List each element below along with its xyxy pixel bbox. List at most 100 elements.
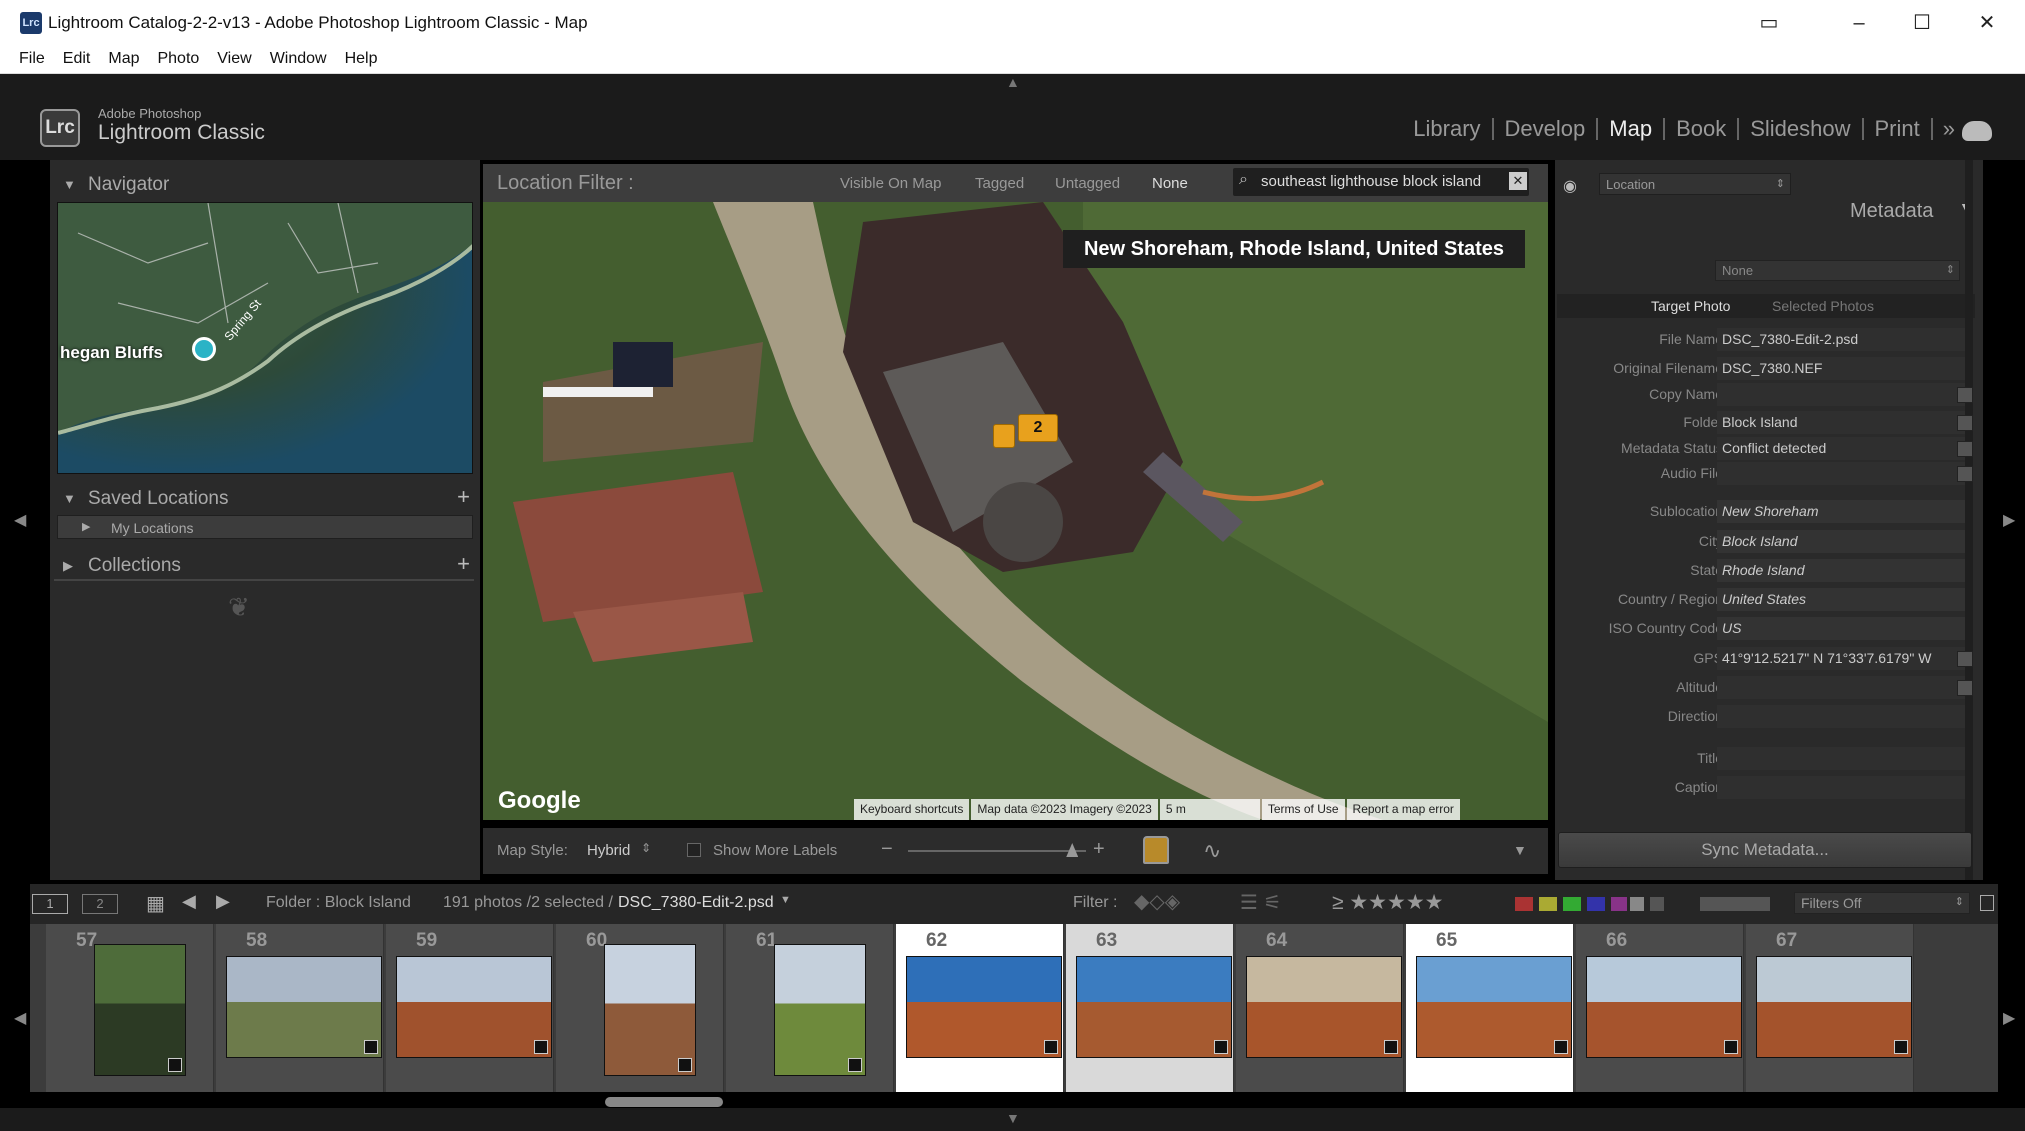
metadata-field-value[interactable] bbox=[1717, 747, 1965, 770]
module-map[interactable]: Map bbox=[1598, 118, 1666, 140]
metadata-field-value[interactable]: Block Island bbox=[1717, 530, 1965, 553]
toolbar-menu-chevron-icon[interactable]: ▼ bbox=[1513, 842, 1527, 858]
metadata-field-value[interactable]: New Shoreham bbox=[1717, 500, 1965, 523]
filmstrip-scroll-right-icon[interactable]: ▶ bbox=[2003, 1008, 2015, 1028]
menu-help[interactable]: Help bbox=[336, 46, 387, 72]
filmstrip-cell[interactable]: 65 bbox=[1406, 924, 1574, 1092]
filmstrip-cell[interactable]: 66 bbox=[1576, 924, 1744, 1092]
tracklog-icon[interactable]: ∿ bbox=[1203, 838, 1221, 864]
terms-of-use-link[interactable]: Terms of Use bbox=[1261, 799, 1345, 820]
bottom-panel-toggle-icon[interactable]: ▼ bbox=[1006, 1110, 1020, 1126]
clear-search-icon[interactable]: ✕ bbox=[1509, 172, 1527, 190]
photo-thumbnail[interactable] bbox=[1586, 956, 1742, 1058]
filters-off-select[interactable]: Filters Off ⇕ bbox=[1794, 892, 1970, 914]
photo-thumbnail[interactable] bbox=[1076, 956, 1232, 1058]
forward-arrow-icon[interactable]: ▶ bbox=[216, 891, 230, 912]
secondary-window-button[interactable]: 2 bbox=[82, 894, 118, 914]
star-rating-filter[interactable]: ≥ ★★★★★ bbox=[1332, 890, 1444, 915]
field-action-icon[interactable] bbox=[1957, 680, 1973, 696]
tab-selected-photos[interactable]: Selected Photos bbox=[1772, 298, 1874, 314]
grid-view-icon[interactable]: ▦ bbox=[146, 891, 165, 916]
module-library[interactable]: Library bbox=[1402, 118, 1494, 140]
primary-window-button[interactable]: 1 bbox=[32, 894, 68, 914]
filter-untagged[interactable]: Untagged bbox=[1055, 175, 1120, 192]
metadata-field-value[interactable]: Block Island bbox=[1717, 411, 1965, 434]
filter-visible-on-map[interactable]: Visible On Map bbox=[840, 175, 941, 192]
edit-filter-icons[interactable]: ☰ ⚟ bbox=[1240, 890, 1281, 915]
filmstrip-cell[interactable]: 58 bbox=[216, 924, 384, 1092]
add-location-icon[interactable]: + bbox=[457, 484, 470, 510]
filmstrip-cell[interactable]: 67 bbox=[1746, 924, 1914, 1092]
filmstrip-cell[interactable]: 60 bbox=[556, 924, 724, 1092]
photo-thumbnail[interactable] bbox=[774, 944, 866, 1076]
zoom-out-icon[interactable]: − bbox=[881, 838, 893, 861]
more-modules-icon[interactable]: » bbox=[1933, 116, 1965, 142]
metadata-field-value[interactable]: United States bbox=[1717, 588, 1965, 611]
photo-thumbnail[interactable] bbox=[906, 956, 1062, 1058]
metadata-field-value[interactable] bbox=[1717, 462, 1965, 485]
menu-photo[interactable]: Photo bbox=[148, 46, 208, 72]
add-collection-icon[interactable]: + bbox=[457, 551, 470, 577]
metadata-header[interactable]: Metadata bbox=[1850, 200, 1933, 223]
metadata-field-value[interactable] bbox=[1717, 705, 1965, 728]
left-panel-toggle-icon[interactable]: ◀ bbox=[14, 510, 26, 530]
module-develop[interactable]: Develop bbox=[1494, 118, 1599, 140]
saved-location-folder[interactable]: ▶ My Locations bbox=[57, 515, 473, 539]
metadata-field-value[interactable] bbox=[1717, 383, 1965, 406]
dropdown-arrow-icon[interactable]: ▼ bbox=[780, 894, 791, 906]
filmstrip-cell[interactable]: 61 bbox=[726, 924, 894, 1092]
navigator-map[interactable]: hegan Bluffs Spring St bbox=[57, 202, 473, 474]
photo-thumbnail[interactable] bbox=[1246, 956, 1402, 1058]
filmstrip-cell[interactable]: 57 bbox=[46, 924, 214, 1092]
field-action-icon[interactable] bbox=[1957, 415, 1973, 431]
field-action-icon[interactable] bbox=[1957, 466, 1973, 482]
menu-map[interactable]: Map bbox=[99, 46, 148, 72]
photo-thumbnail[interactable] bbox=[1416, 956, 1572, 1058]
filter-lock-icon[interactable] bbox=[1980, 895, 1994, 911]
preset-select[interactable]: None ⇕ bbox=[1715, 260, 1960, 281]
location-search-input[interactable]: ⌕ southeast lighthouse block island bbox=[1233, 168, 1529, 196]
filter-tagged[interactable]: Tagged bbox=[975, 175, 1024, 192]
menu-file[interactable]: File bbox=[0, 46, 54, 72]
map-view[interactable]: 2 bbox=[483, 202, 1548, 820]
module-print[interactable]: Print bbox=[1864, 118, 1933, 140]
close-button[interactable]: ✕ bbox=[1956, 0, 2018, 46]
metadata-field-value[interactable]: 41°9'12.5217" N 71°33'7.6179" W bbox=[1717, 647, 1965, 670]
lock-markers-icon[interactable] bbox=[1143, 836, 1169, 864]
filmstrip-source[interactable]: Folder : Block Island bbox=[266, 894, 411, 912]
zoom-in-icon[interactable]: + bbox=[1093, 838, 1105, 861]
photo-pin-icon[interactable] bbox=[993, 424, 1015, 448]
filmstrip-cell[interactable]: 59 bbox=[386, 924, 554, 1092]
filmstrip-cell[interactable]: 63 bbox=[1066, 924, 1234, 1092]
color-filter-other[interactable] bbox=[1650, 897, 1664, 911]
photo-thumbnail[interactable] bbox=[604, 944, 696, 1076]
top-panel-toggle-icon[interactable]: ▲ bbox=[1006, 74, 1020, 90]
filmstrip-scroll-left-icon[interactable]: ◀ bbox=[14, 1008, 26, 1028]
filmstrip-cell[interactable]: 64 bbox=[1236, 924, 1404, 1092]
menu-window[interactable]: Window bbox=[261, 46, 336, 72]
zoom-slider-track[interactable] bbox=[908, 850, 1086, 852]
metadata-field-value[interactable] bbox=[1717, 776, 1965, 799]
photo-thumbnail[interactable] bbox=[1756, 956, 1912, 1058]
metadata-field-value[interactable] bbox=[1717, 676, 1965, 699]
report-map-error-link[interactable]: Report a map error bbox=[1346, 799, 1460, 820]
flag-filter-icons[interactable]: ◆◇◈ bbox=[1134, 889, 1180, 914]
back-arrow-icon[interactable]: ◀ bbox=[182, 891, 196, 912]
collections-header[interactable]: ▶ Collections + bbox=[50, 547, 480, 579]
metadata-field-value[interactable]: DSC_7380.NEF bbox=[1717, 357, 1965, 380]
field-action-icon[interactable] bbox=[1957, 387, 1973, 403]
menu-edit[interactable]: Edit bbox=[54, 46, 100, 72]
module-book[interactable]: Book bbox=[1665, 118, 1740, 140]
snap-layout-icon[interactable]: ▭ bbox=[1738, 0, 1800, 46]
photo-thumbnail[interactable] bbox=[226, 956, 382, 1058]
menu-view[interactable]: View bbox=[208, 46, 260, 72]
select-arrows-icon[interactable]: ⇕ bbox=[641, 841, 651, 855]
module-slideshow[interactable]: Slideshow bbox=[1739, 118, 1864, 140]
metadata-field-value[interactable]: DSC_7380-Edit-2.psd bbox=[1717, 328, 1965, 351]
field-action-icon[interactable] bbox=[1957, 441, 1973, 457]
minimize-button[interactable]: – bbox=[1828, 0, 1890, 46]
sync-metadata-button[interactable]: Sync Metadata... bbox=[1558, 832, 1972, 868]
current-file-name[interactable]: DSC_7380-Edit-2.psd bbox=[618, 894, 774, 912]
metadata-field-value[interactable]: Rhode Island bbox=[1717, 559, 1965, 582]
maximize-button[interactable]: ☐ bbox=[1891, 0, 1953, 46]
